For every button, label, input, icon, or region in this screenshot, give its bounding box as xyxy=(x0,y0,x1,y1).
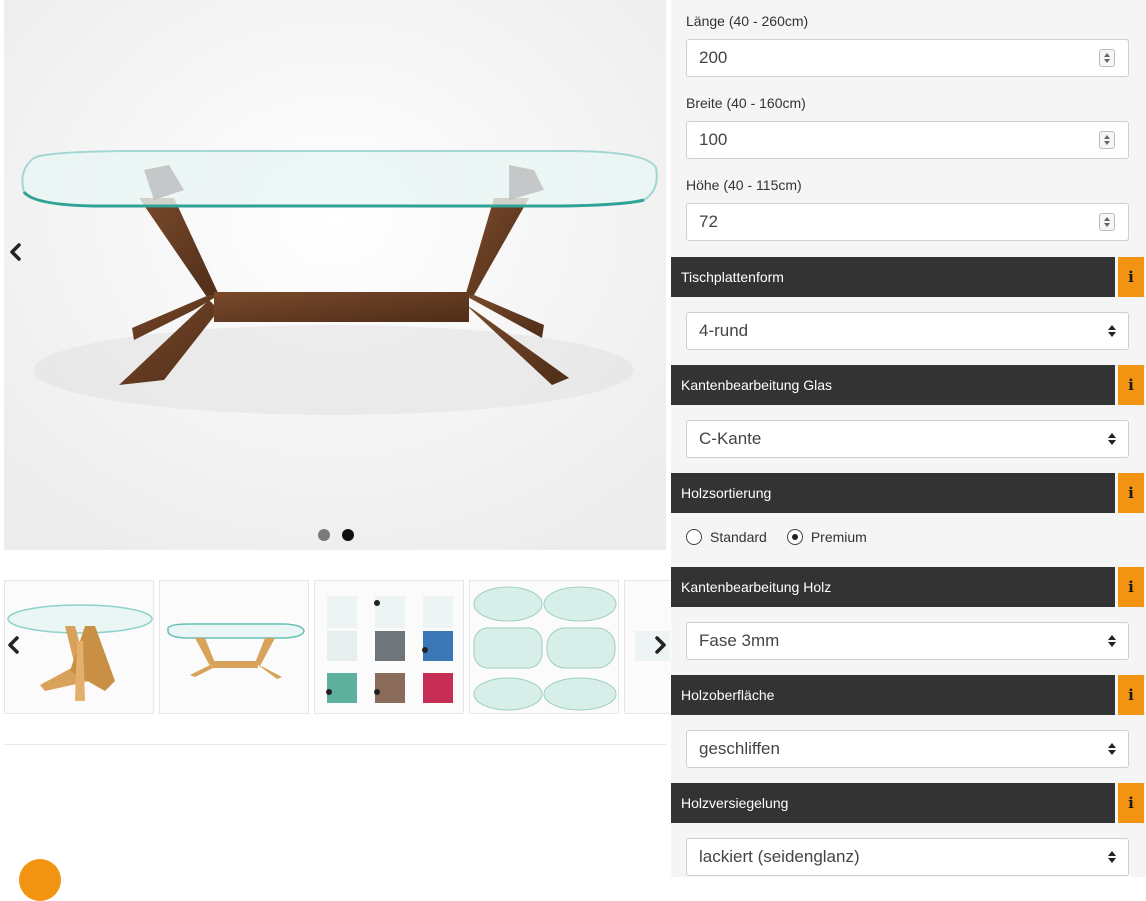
height-input[interactable]: 72 xyxy=(686,203,1129,241)
info-button-kanten-glas[interactable]: i xyxy=(1118,365,1144,405)
main-image-prev-button[interactable] xyxy=(4,238,26,266)
info-button-holzoberflaeche[interactable]: i xyxy=(1118,675,1144,715)
height-label: Höhe (40 - 115cm) xyxy=(686,177,802,193)
length-spinner[interactable] xyxy=(1099,49,1115,67)
radio-checked-icon xyxy=(786,529,803,545)
select-holzversiegelung[interactable]: lackiert (seidenglanz) xyxy=(686,838,1129,876)
selected-tischplattenform: 4-rund xyxy=(699,321,749,340)
length-input[interactable]: 200 xyxy=(686,39,1129,77)
section-holzsortierung: Holzsortierung xyxy=(671,473,1115,513)
section-tischplattenform: Tischplattenform xyxy=(671,257,1115,297)
thumbnail-glass-colors[interactable] xyxy=(314,580,464,714)
thumbnail-prev-button[interactable] xyxy=(0,631,26,659)
length-label: Länge (40 - 260cm) xyxy=(686,13,809,29)
product-gallery xyxy=(0,0,670,901)
section-kanten-holz: Kantenbearbeitung Holz xyxy=(671,567,1115,607)
section-kanten-glas: Kantenbearbeitung Glas xyxy=(671,365,1115,405)
radio-standard-label: Standard xyxy=(710,529,767,545)
image-pagination-dots xyxy=(318,529,354,541)
height-value: 72 xyxy=(699,212,718,231)
select-caret-icon xyxy=(1108,851,1116,865)
select-caret-icon xyxy=(1108,325,1116,339)
select-caret-icon xyxy=(1108,433,1116,447)
height-spinner[interactable] xyxy=(1099,213,1115,231)
info-button-tischplattenform[interactable]: i xyxy=(1118,257,1144,297)
width-value: 100 xyxy=(699,130,728,149)
floating-action-button[interactable] xyxy=(19,859,61,901)
select-caret-icon xyxy=(1108,743,1116,757)
info-button-kanten-holz[interactable]: i xyxy=(1118,567,1144,607)
radio-standard[interactable]: Standard xyxy=(686,529,767,545)
product-configurator: Länge (40 - 260cm) 200 Breite (40 - 160c… xyxy=(671,0,1146,877)
info-button-holzversiegelung[interactable]: i xyxy=(1118,783,1144,823)
chevron-left-icon xyxy=(10,243,21,261)
holzsortierung-radio-group: Standard Premium xyxy=(686,529,887,545)
selected-holzversiegelung: lackiert (seidenglanz) xyxy=(699,847,860,866)
selected-kanten-glas: C-Kante xyxy=(699,429,762,448)
gallery-divider xyxy=(4,744,666,745)
width-label: Breite (40 - 160cm) xyxy=(686,95,806,111)
select-caret-icon xyxy=(1108,635,1116,649)
chevron-left-icon xyxy=(8,636,19,654)
select-kanten-holz[interactable]: Fase 3mm xyxy=(686,622,1129,660)
thumbnail-oak-table[interactable] xyxy=(159,580,309,714)
thumbnail-oak-star-base[interactable] xyxy=(4,580,154,714)
chevron-right-icon xyxy=(655,636,666,654)
main-product-image[interactable] xyxy=(4,0,666,550)
width-spinner[interactable] xyxy=(1099,131,1115,149)
select-tischplattenform[interactable]: 4-rund xyxy=(686,312,1129,350)
selected-kanten-holz: Fase 3mm xyxy=(699,631,780,650)
pagination-dot[interactable] xyxy=(318,529,330,541)
width-input[interactable]: 100 xyxy=(686,121,1129,159)
thumbnail-strip xyxy=(4,580,670,714)
select-holzoberflaeche[interactable]: geschliffen xyxy=(686,730,1129,768)
section-holzoberflaeche: Holzoberfläche xyxy=(671,675,1115,715)
info-button-holzsortierung[interactable]: i xyxy=(1118,473,1144,513)
radio-premium[interactable]: Premium xyxy=(786,529,867,545)
thumbnail-glass-shapes[interactable] xyxy=(469,580,619,714)
section-holzversiegelung: Holzversiegelung xyxy=(671,783,1115,823)
pagination-dot-active[interactable] xyxy=(342,529,354,541)
select-kanten-glas[interactable]: C-Kante xyxy=(686,420,1129,458)
radio-premium-label: Premium xyxy=(810,529,867,545)
selected-holzoberflaeche: geschliffen xyxy=(699,739,780,758)
radio-unchecked-icon xyxy=(686,529,702,545)
length-value: 200 xyxy=(699,48,728,67)
